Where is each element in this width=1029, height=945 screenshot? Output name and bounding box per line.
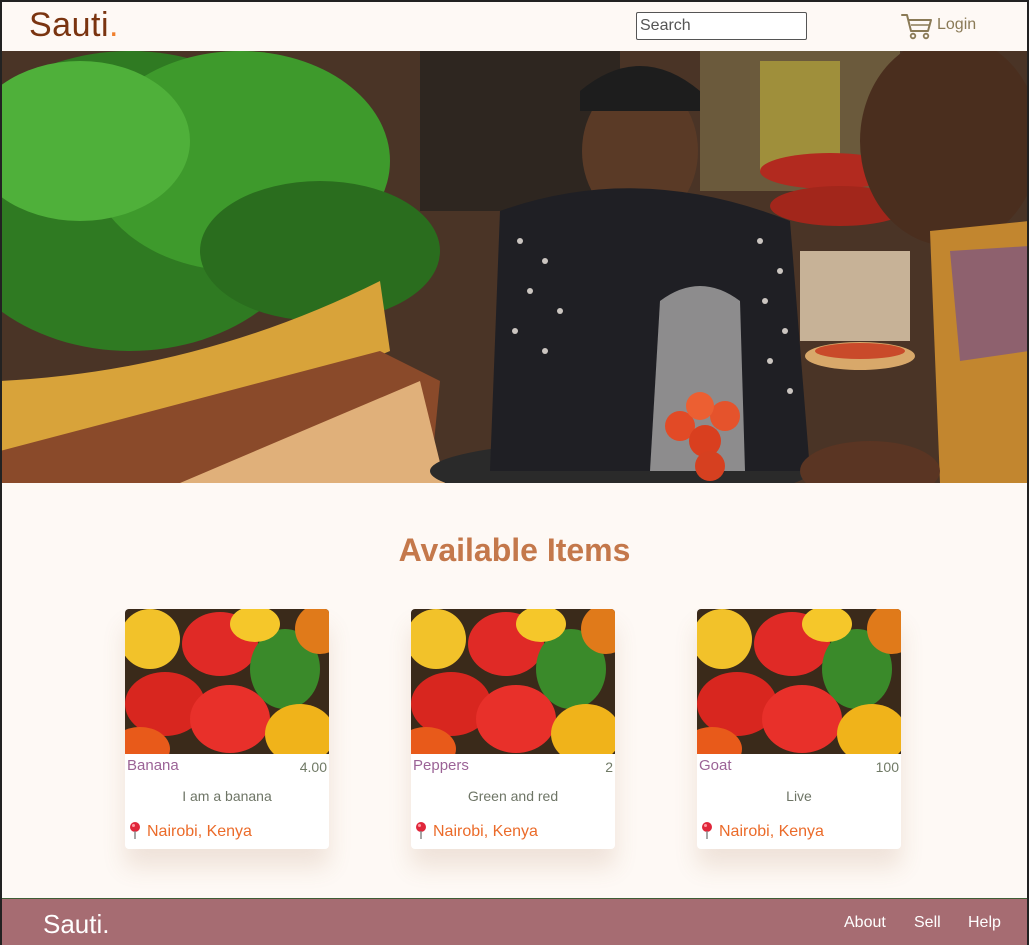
item-price: 4.00 — [299, 759, 327, 775]
item-card[interactable]: Peppers 2 Green and red Nairobi, Kenya — [411, 609, 615, 849]
item-description: I am a banana — [182, 788, 272, 804]
site-footer: Sauti. About Sell Help — [0, 898, 1029, 945]
market-vendor-photo — [0, 51, 1029, 483]
footer-link-about[interactable]: About — [844, 914, 886, 932]
item-image — [697, 609, 901, 754]
search-input[interactable] — [636, 12, 807, 40]
brand-logo[interactable]: Sauti. — [29, 6, 119, 45]
shopping-cart-icon[interactable] — [901, 12, 933, 40]
brand-dot: . — [109, 6, 119, 44]
item-name[interactable]: Peppers — [413, 757, 469, 774]
item-location-text: Nairobi, Kenya — [147, 823, 252, 840]
item-location: Nairobi, Kenya — [127, 821, 252, 841]
site-header: Sauti. Login — [0, 0, 1029, 51]
map-pin-icon — [416, 822, 426, 839]
item-price: 100 — [875, 759, 899, 775]
hero-image — [0, 51, 1029, 483]
item-price: 2 — [605, 759, 613, 775]
item-name[interactable]: Goat — [699, 757, 732, 774]
brand-name: Sauti — [29, 6, 109, 44]
item-location: Nairobi, Kenya — [699, 821, 824, 841]
item-location: Nairobi, Kenya — [413, 821, 538, 841]
item-description: Live — [786, 788, 812, 804]
item-description: Green and red — [467, 788, 559, 804]
item-image — [125, 609, 329, 754]
login-link[interactable]: Login — [937, 16, 976, 34]
item-location-text: Nairobi, Kenya — [719, 823, 824, 840]
item-card[interactable]: Goat 100 Live Nairobi, Kenya — [697, 609, 901, 849]
map-pin-icon — [702, 822, 712, 839]
footer-link-sell[interactable]: Sell — [914, 914, 941, 932]
section-title: Available Items — [398, 532, 631, 568]
item-name[interactable]: Banana — [127, 757, 179, 774]
item-image — [411, 609, 615, 754]
footer-brand[interactable]: Sauti. — [43, 909, 110, 940]
item-location-text: Nairobi, Kenya — [433, 823, 538, 840]
map-pin-icon — [130, 822, 140, 839]
footer-link-help[interactable]: Help — [968, 914, 1001, 932]
item-card[interactable]: Banana 4.00 I am a banana Nairobi, Kenya — [125, 609, 329, 849]
